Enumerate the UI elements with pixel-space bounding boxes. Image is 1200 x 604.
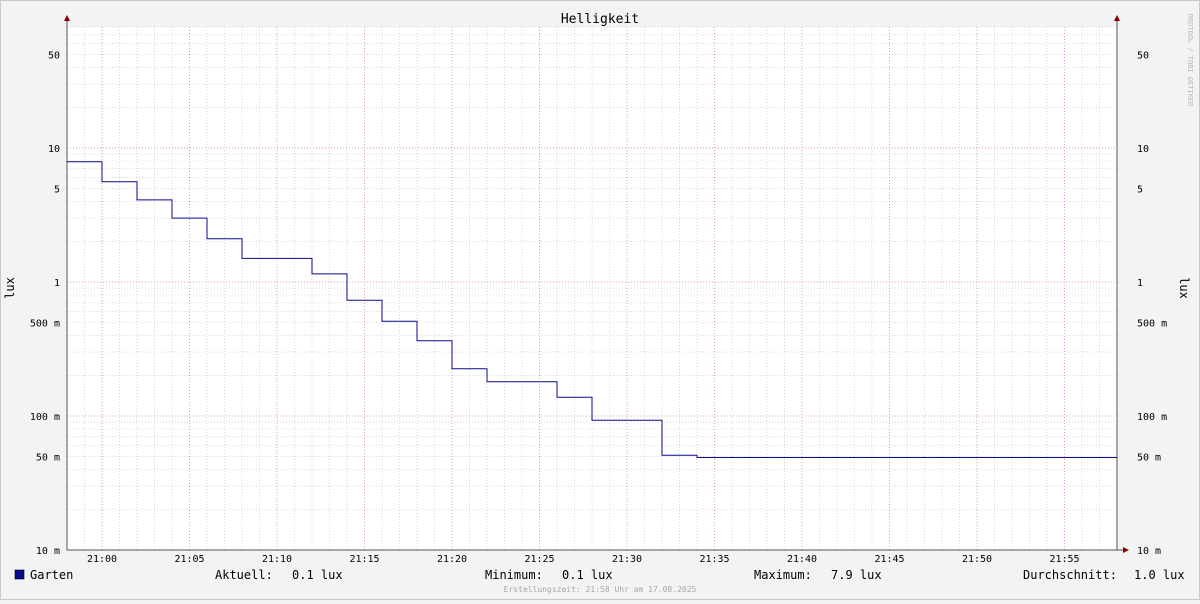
y-tick-label: 10 bbox=[48, 144, 60, 155]
stat-durchschnitt-value: 1.0 lux bbox=[1134, 568, 1185, 582]
y-axis-label-left: lux bbox=[3, 277, 17, 299]
x-tick-label: 21:00 bbox=[87, 554, 117, 565]
stat-aktuell-value: 0.1 lux bbox=[292, 568, 343, 582]
y-tick-label: 5 bbox=[54, 184, 60, 195]
stat-minimum-label: Minimum: bbox=[485, 568, 543, 582]
chart-image: 10 m 50 m 100 m 500 m 1 5 10 50 10 m 50 m 100 m 50… bbox=[0, 0, 1200, 600]
stat-maximum-value: 7.9 lux bbox=[831, 568, 882, 582]
x-tick-label: 21:30 bbox=[612, 554, 642, 565]
stat-maximum-label: Maximum: bbox=[754, 568, 812, 582]
y-tick-label: 50 bbox=[48, 50, 60, 61]
x-tick-label: 21:10 bbox=[262, 554, 292, 565]
stat-durchschnitt-label: Durchschnitt: bbox=[1023, 568, 1117, 582]
watermark: RRDTOOL / TOBI OETIKER bbox=[1186, 14, 1194, 108]
x-tick-label: 21:50 bbox=[962, 554, 992, 565]
y-tick-label: 100 m bbox=[30, 412, 60, 423]
y-tick-label: 500 m bbox=[1137, 318, 1167, 329]
x-tick-label: 21:15 bbox=[349, 554, 379, 565]
minor-grid bbox=[66, 26, 1118, 551]
x-tick-label: 21:20 bbox=[437, 554, 467, 565]
x-tick-label: 21:45 bbox=[874, 554, 904, 565]
y-tick-label: 100 m bbox=[1137, 412, 1167, 423]
y-tick-label: 50 m bbox=[36, 452, 60, 463]
y-tick-label: 500 m bbox=[30, 318, 60, 329]
chart-title: Helligkeit bbox=[561, 12, 639, 27]
x-tick-label: 21:55 bbox=[1049, 554, 1079, 565]
chart-svg: 10 m50 m100 m500 m151050 10 m50 m100 m50… bbox=[0, 0, 1200, 600]
y-tick-label: 1 bbox=[1137, 278, 1143, 289]
y-tick-label: 1 bbox=[54, 278, 60, 289]
x-tick-label: 21:25 bbox=[524, 554, 554, 565]
y-tick-label: 5 bbox=[1137, 184, 1143, 195]
stat-aktuell-label: Aktuell: bbox=[215, 568, 273, 582]
y-tick-label: 50 m bbox=[1137, 452, 1161, 463]
x-tick-label: 21:35 bbox=[699, 554, 729, 565]
legend-swatch-garten bbox=[14, 569, 25, 580]
footer-timestamp: Erstellungszeit: 21:58 Uhr am 17.08.2025 bbox=[504, 585, 697, 594]
x-tick-label: 21:40 bbox=[787, 554, 817, 565]
y-tick-label: 10 bbox=[1137, 144, 1149, 155]
stat-minimum-value: 0.1 lux bbox=[562, 568, 613, 582]
legend-series-label: Garten bbox=[30, 568, 73, 582]
y-tick-label: 50 bbox=[1137, 50, 1149, 61]
y-tick-label: 10 m bbox=[36, 546, 60, 557]
x-tick-label: 21:05 bbox=[174, 554, 204, 565]
y-tick-label: 10 m bbox=[1137, 546, 1161, 557]
y-axis-label-right: lux bbox=[1177, 277, 1191, 299]
